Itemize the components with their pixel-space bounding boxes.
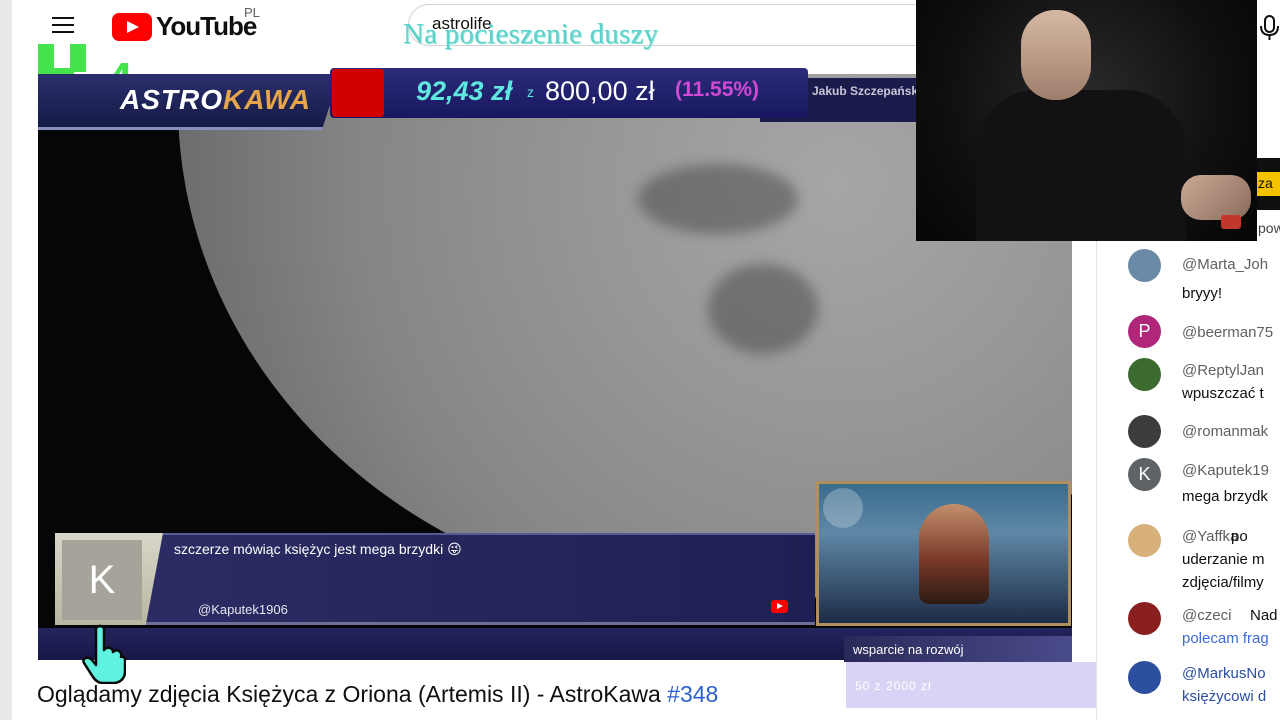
chat-avatar[interactable]: K: [1128, 458, 1161, 491]
donation-goal: 800,00 zł: [545, 76, 655, 106]
chat-avatar[interactable]: P: [1128, 315, 1161, 348]
hand-cursor-icon: [82, 624, 126, 684]
pip-logo-icon: [823, 488, 863, 528]
page-root: YouTube PL astrolife Na pocieszenie dusz…: [0, 0, 1280, 720]
chat-message-line: polecam frag: [1182, 630, 1269, 647]
chat-author[interactable]: @romanmak: [1182, 423, 1268, 440]
chat-author[interactable]: @Yaffka: [1182, 528, 1238, 545]
youtube-logo-text: YouTube: [156, 11, 257, 41]
video-title-hashtag[interactable]: #348: [667, 681, 718, 707]
chat-message-line: zdjęcia/filmy: [1182, 574, 1264, 591]
moon-crater-shade: [708, 264, 818, 354]
chat-author[interactable]: @czeci: [1182, 607, 1231, 624]
host-webcam-red-object: [1221, 215, 1241, 229]
video-title: Oglądamy zdjęcia Księżyca z Oriona (Arte…: [37, 681, 718, 708]
chat-avatar[interactable]: [1128, 249, 1161, 282]
microphone-icon[interactable]: [1257, 8, 1280, 42]
pip-guest-camera: [816, 481, 1071, 626]
chat-avatar[interactable]: [1128, 524, 1161, 557]
youtube-play-icon: [112, 12, 152, 41]
support-goal-progress: 50 z 2000 zł: [855, 679, 932, 693]
live-chat-panel: [1096, 241, 1280, 720]
donation-amount: 92,43 zł: [416, 76, 513, 106]
chat-message: mega brzydk: [1182, 488, 1268, 505]
chat-author[interactable]: @Marta_Joh: [1182, 256, 1268, 273]
youtube-logo[interactable]: YouTube: [112, 11, 257, 42]
chat-message: po: [1231, 528, 1248, 545]
chat-avatar[interactable]: [1128, 661, 1161, 694]
donation-z-mark: z: [527, 84, 534, 100]
host-webcam-face: [1021, 10, 1091, 100]
host-webcam-hand: [1181, 175, 1251, 220]
astrokawa-logo: ASTROKAWA: [120, 84, 311, 116]
astrokawa-logo-part1: ASTRO: [120, 84, 223, 115]
featured-chat-user: @Kaputek1906: [198, 602, 288, 617]
right-edge-tab-label: za: [1258, 175, 1273, 191]
support-goal-label: wsparcie na rozwój: [853, 642, 964, 657]
astrokawa-logo-part2: KAWA: [223, 84, 311, 115]
featured-chat-avatar: K: [62, 540, 142, 620]
chat-message: Nad: [1250, 607, 1278, 624]
featured-chat-message: szczerze mówiąc księżyc jest mega brzydk…: [174, 541, 462, 557]
donation-percent: (11.55%): [675, 78, 760, 101]
right-edge-text: pow: [1258, 220, 1280, 236]
chat-avatar[interactable]: [1128, 358, 1161, 391]
chat-author[interactable]: @beerman75: [1182, 324, 1273, 341]
chat-author[interactable]: @MarkusNo: [1182, 665, 1266, 682]
chat-author[interactable]: @ReptylJan: [1182, 362, 1264, 379]
left-page-edge: [0, 0, 12, 720]
country-code: PL: [244, 5, 260, 20]
host-webcam-body: [976, 90, 1186, 241]
featured-chat-avatar-letter: K: [88, 557, 116, 602]
chat-avatar[interactable]: [1128, 415, 1161, 448]
donation-red-block: [332, 69, 384, 117]
chat-message: wpuszczać t: [1182, 385, 1264, 402]
moon-crater-shade: [638, 164, 798, 234]
hamburger-menu-icon[interactable]: [50, 12, 78, 38]
chat-avatar[interactable]: [1128, 602, 1161, 635]
video-title-text: Oglądamy zdjęcia Księżyca z Oriona (Arte…: [37, 681, 668, 707]
chat-avatar-letter: K: [1138, 464, 1151, 484]
host-webcam: [916, 0, 1257, 241]
chat-avatar-letter: P: [1138, 321, 1151, 341]
chat-message: bryyy!: [1182, 285, 1223, 302]
pip-guest-person: [919, 504, 989, 604]
stream-overlay-title: Na pocieszenie duszy: [403, 18, 659, 50]
youtube-small-icon: [771, 600, 788, 613]
chat-author[interactable]: @Kaputek19: [1182, 462, 1269, 479]
right-edge-tab[interactable]: za: [1257, 172, 1280, 196]
chat-message-line: księżycowi d: [1182, 688, 1267, 705]
chat-message-line: uderzanie m: [1182, 551, 1265, 568]
